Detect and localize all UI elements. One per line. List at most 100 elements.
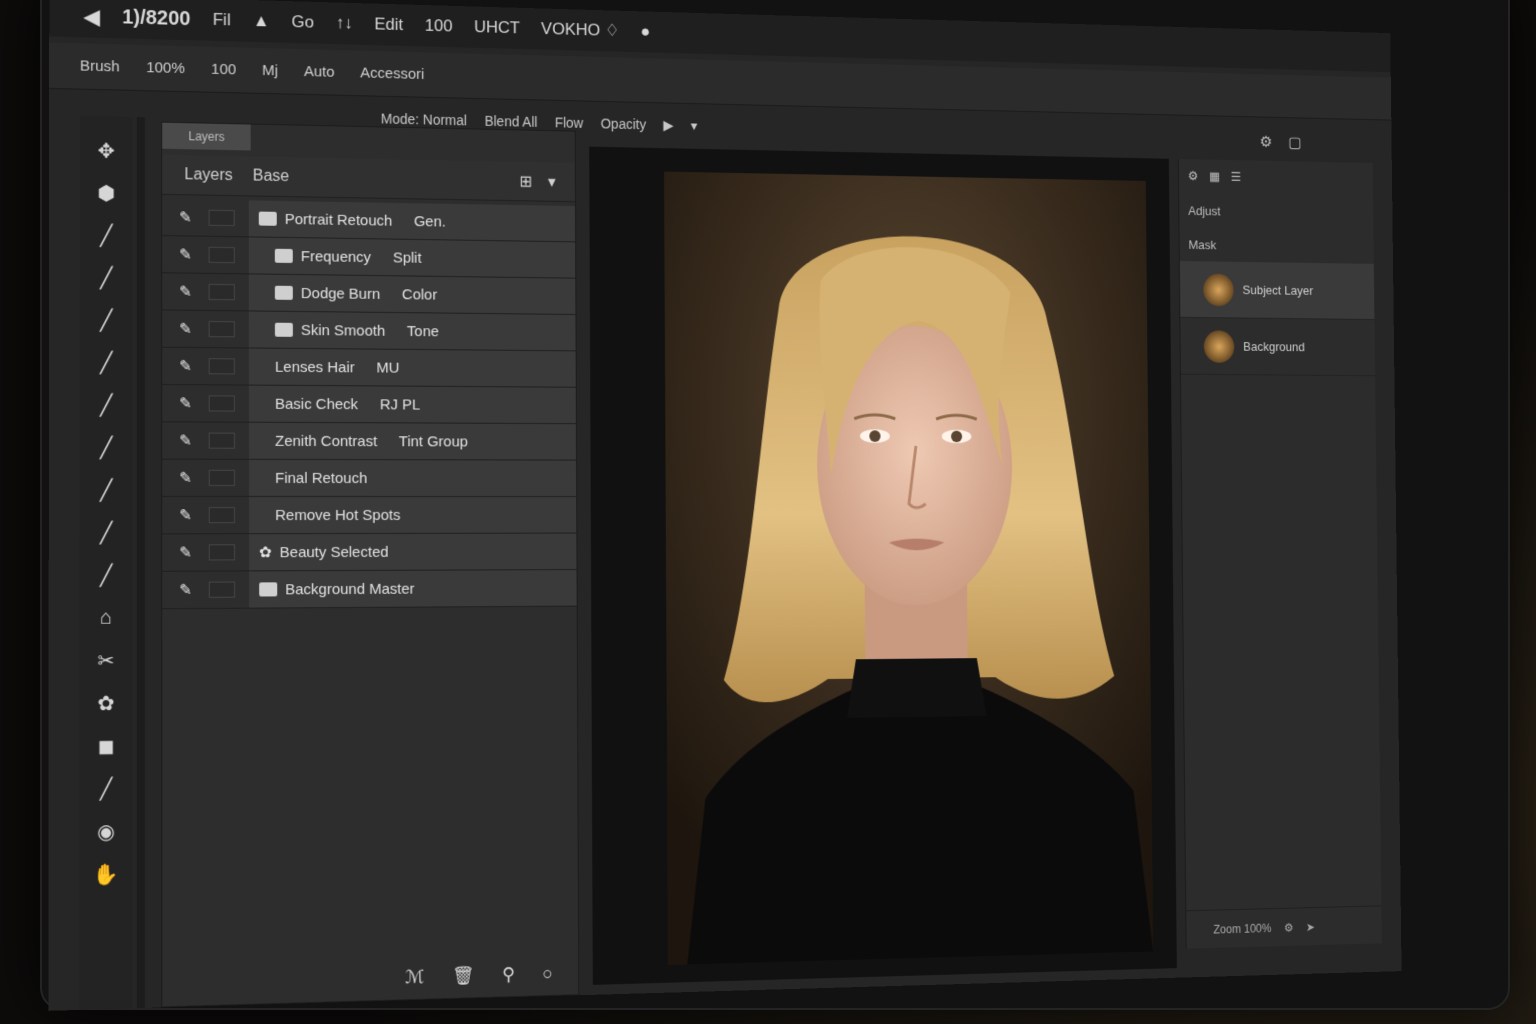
menu-item-zoom[interactable]: 100 [425, 16, 453, 36]
flow-value[interactable]: 100 [211, 61, 236, 79]
layer-name-cell[interactable]: Remove Hot Spots [249, 496, 577, 534]
search-icon[interactable]: ⚲ [502, 964, 515, 985]
layer-row[interactable]: ✎ Skin Smooth Tone [162, 310, 576, 352]
visibility-toggle[interactable] [208, 358, 235, 375]
new-layer-icon[interactable]: ⊞ [519, 171, 532, 191]
brush-icon[interactable]: ╱ [93, 520, 120, 544]
brush-icon[interactable]: ✎ [162, 469, 209, 487]
brush-icon[interactable]: ╱ [93, 478, 120, 502]
visibility-toggle[interactable] [208, 246, 235, 264]
layer-row[interactable]: ✎ Final Retouch [162, 459, 577, 498]
arrow-icon[interactable]: ➤ [1306, 920, 1315, 934]
menu-item-go[interactable]: Go [291, 12, 314, 32]
layer-row[interactable]: ✎ Dodge Burn Color [162, 273, 576, 315]
blend-mode-select[interactable]: Mode: Normal [381, 111, 467, 129]
layers-tab[interactable]: Layers [162, 122, 251, 151]
chevron-down-icon[interactable]: ▾ [548, 172, 556, 192]
adjust-row[interactable]: Adjust [1179, 193, 1373, 230]
layer-row[interactable]: ✎ Portrait Retouch Gen. [162, 198, 576, 243]
auto-select[interactable]: Auto [304, 63, 335, 81]
circle-icon[interactable]: ○ [542, 963, 553, 984]
brush-icon[interactable]: ✎ [162, 431, 209, 449]
brush-icon[interactable]: ✎ [162, 506, 209, 524]
layer-row[interactable]: ✎ Lenses Hair MU [162, 347, 576, 388]
warning-icon[interactable]: ▲ [253, 11, 270, 31]
canvas-area[interactable] [589, 146, 1177, 985]
visibility-toggle[interactable] [208, 432, 235, 449]
brush-icon[interactable]: ✎ [162, 245, 208, 264]
brush-icon[interactable]: ╱ [93, 265, 120, 290]
menu-item-file-counter[interactable]: 1)/8200 [122, 6, 191, 31]
right-layer-item[interactable]: Background [1180, 317, 1376, 377]
hand-icon[interactable]: ✋ [93, 862, 120, 887]
brush-icon[interactable]: ✎ [162, 320, 208, 339]
chevron-down-icon[interactable]: ▾ [691, 117, 698, 134]
layer-name-cell[interactable]: Skin Smooth Tone [248, 311, 576, 351]
layer-row[interactable]: ✎ ✿ Beauty Selected [162, 533, 577, 572]
layer-row[interactable]: ✎ Background Master [162, 570, 577, 610]
visibility-toggle[interactable] [208, 581, 236, 598]
visibility-toggle[interactable] [208, 544, 236, 561]
brush-icon[interactable]: ✎ [162, 581, 209, 599]
mode-toggle[interactable]: Mj [262, 62, 278, 79]
visibility-toggle[interactable] [208, 321, 235, 338]
flow-control[interactable]: Flow [555, 115, 584, 131]
visibility-toggle[interactable] [208, 283, 235, 301]
visibility-toggle[interactable] [208, 469, 235, 486]
visibility-toggle[interactable] [208, 395, 235, 412]
layer-row[interactable]: ✎ Zenith Contrast Tint Group [162, 422, 577, 461]
layer-name-cell[interactable]: Basic Check RJ PL [248, 385, 576, 424]
menu-item-uhct[interactable]: UHCT [474, 17, 520, 38]
menu-icon[interactable]: ☰ [1231, 169, 1242, 184]
sort-icon[interactable]: ↑↓ [336, 13, 353, 33]
brush-icon[interactable]: ✎ [162, 543, 209, 561]
brush-icon[interactable]: ╱ [93, 393, 120, 417]
layer-row[interactable]: ✎ Basic Check RJ PL [162, 384, 576, 425]
layer-name-cell[interactable]: Dodge Burn Color [248, 274, 576, 315]
lasso-icon[interactable]: ⬢ [93, 181, 119, 206]
settings-icon[interactable]: ⚙ [1188, 169, 1199, 184]
brush-icon[interactable]: ╱ [93, 563, 120, 587]
layer-name-cell[interactable]: Frequency Split [248, 237, 576, 278]
mask-row[interactable]: Mask [1179, 227, 1373, 264]
layer-row[interactable]: ✎ Remove Hot Spots [162, 496, 577, 535]
bucket-icon[interactable]: ◼ [93, 733, 120, 758]
tool-preset-label[interactable]: Brush [80, 57, 120, 75]
grid-icon[interactable]: ▦ [1209, 169, 1220, 184]
window-icon[interactable]: ▢ [1288, 133, 1302, 152]
move-icon[interactable]: ✥ [93, 138, 119, 163]
settings-icon[interactable]: ⚙ [1260, 132, 1273, 151]
layer-name-cell[interactable]: Background Master [249, 570, 577, 608]
play-icon[interactable]: ▶ [663, 117, 673, 134]
brush-icon[interactable]: ╱ [93, 435, 120, 459]
layer-name-cell[interactable]: Final Retouch [248, 459, 577, 497]
visibility-toggle[interactable] [208, 209, 235, 227]
pen-icon[interactable]: ╱ [93, 776, 120, 801]
zoom-icon[interactable]: ◉ [93, 819, 120, 844]
visibility-toggle[interactable] [208, 507, 235, 524]
menu-item-file[interactable]: Fil [213, 10, 231, 30]
opacity-value[interactable]: 100% [146, 59, 185, 77]
opacity-control[interactable]: Opacity [601, 116, 647, 133]
layer-name-cell[interactable]: ✿ Beauty Selected [249, 533, 577, 571]
record-icon[interactable]: ● [640, 22, 650, 42]
brush-icon[interactable]: ✎ [162, 282, 208, 301]
menu-item-edit[interactable]: Edit [374, 14, 403, 35]
crop-icon[interactable]: ✂ [93, 648, 120, 673]
layer-name-cell[interactable]: Zenith Contrast Tint Group [248, 422, 577, 460]
gear-icon[interactable]: ⚙ [1284, 920, 1294, 934]
brush-icon[interactable]: ✎ [162, 357, 209, 375]
accessories-menu[interactable]: Accessori [360, 65, 424, 83]
brush-icon[interactable]: ╱ [93, 350, 120, 374]
back-arrow-icon[interactable]: ◀ [84, 4, 100, 30]
layer-name-cell[interactable]: Lenses Hair MU [248, 348, 576, 387]
layer-name-cell[interactable]: Portrait Retouch Gen. [248, 200, 576, 242]
fx-icon[interactable]: ℳ [405, 966, 424, 988]
blend-all-select[interactable]: Blend All [485, 113, 538, 130]
brush-icon[interactable]: ✎ [162, 208, 208, 227]
eraser-icon[interactable]: ✿ [93, 691, 120, 716]
stamp-icon[interactable]: ⌂ [93, 605, 120, 630]
menu-item-vokho[interactable]: VOKHO ♢ [541, 19, 619, 41]
right-layer-item[interactable]: Subject Layer [1179, 261, 1375, 321]
delete-icon[interactable]: 🗑 [452, 965, 475, 987]
